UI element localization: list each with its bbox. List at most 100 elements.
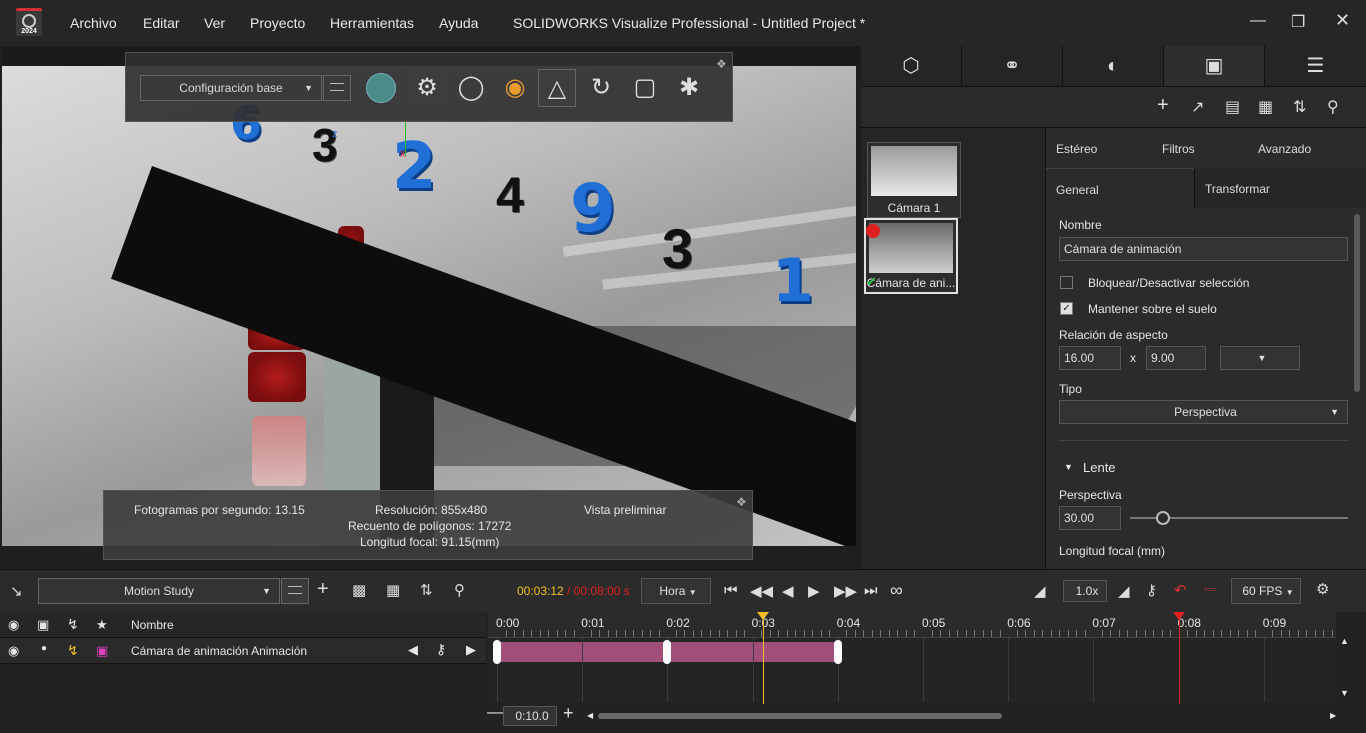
skip-start-icon[interactable]: ⏮: [724, 582, 738, 599]
slider-handle[interactable]: [1155, 511, 1170, 525]
menu-proyecto[interactable]: Proyecto: [250, 15, 305, 31]
color-swatch-button[interactable]: [366, 73, 396, 103]
refresh-icon[interactable]: ↻: [582, 69, 620, 107]
object-icon[interactable]: ★: [96, 617, 108, 633]
fps-select[interactable]: 60 FPS ▼: [1231, 578, 1301, 604]
end-marker[interactable]: [1178, 616, 1180, 704]
name-field[interactable]: Cámara de animación: [1059, 237, 1348, 261]
keyframe-marker[interactable]: [493, 640, 501, 664]
list-icon[interactable]: [281, 578, 309, 604]
render-viewport[interactable]: 6 3 2 4 9 3 1 z x: [2, 66, 856, 546]
camera-effects-icon[interactable]: ✱: [670, 69, 708, 107]
skip-end-icon[interactable]: ⏭: [864, 582, 878, 599]
path-icon[interactable]: ↯: [67, 642, 79, 659]
scroll-left-icon[interactable]: ◀: [587, 711, 593, 720]
list-icon[interactable]: [323, 75, 351, 101]
tab-appearances[interactable]: ⚭: [962, 46, 1063, 86]
layout-icon[interactable]: ▤: [1225, 97, 1240, 117]
slow-icon[interactable]: ◢: [1034, 582, 1046, 600]
cube-export-icon[interactable]: ▢: [626, 69, 664, 107]
aspect-height-field[interactable]: 9.00: [1146, 346, 1206, 370]
tab-cameras[interactable]: ▣: [1164, 46, 1265, 86]
prev-keyframe-icon[interactable]: ◀: [408, 642, 418, 658]
step-back-icon[interactable]: ◀: [782, 582, 794, 600]
visibility-icon[interactable]: ◉: [8, 643, 19, 659]
fast-icon[interactable]: ◢: [1118, 582, 1130, 600]
key-icon[interactable]: ⚷: [1146, 581, 1157, 599]
turntable-icon[interactable]: ◯: [452, 69, 490, 107]
sort-icon[interactable]: ⇅: [1293, 97, 1306, 117]
zoom-in-icon[interactable]: +: [563, 703, 574, 724]
pin-icon[interactable]: ❖: [736, 495, 747, 509]
next-keyframe-icon[interactable]: ▶: [466, 642, 476, 658]
scrollbar[interactable]: [1354, 214, 1360, 392]
close-icon[interactable]: ✕: [1335, 10, 1350, 31]
play-icon[interactable]: ▶: [808, 582, 820, 600]
tab-avanzado[interactable]: Avanzado: [1258, 142, 1311, 156]
visibility-icon[interactable]: ◉: [8, 617, 19, 633]
playhead[interactable]: [762, 616, 764, 704]
zoom-field[interactable]: 0:10.0: [503, 706, 557, 726]
playhead-handle[interactable]: [756, 612, 769, 620]
next-keyframe-icon[interactable]: ▶▶: [834, 582, 857, 600]
loop-back-icon[interactable]: ↶: [1174, 581, 1187, 599]
settings-icon[interactable]: ⚙: [1316, 580, 1329, 598]
perspective-field[interactable]: 30.00: [1059, 506, 1121, 530]
type-select[interactable]: Perspectiva ▼: [1059, 400, 1348, 424]
menu-ayuda[interactable]: Ayuda: [439, 15, 478, 31]
grid-icon[interactable]: ▦: [386, 581, 400, 599]
tab-libraries[interactable]: ☰: [1265, 46, 1366, 86]
time-ruler[interactable]: [488, 612, 1336, 638]
transform-icon[interactable]: △: [538, 69, 576, 107]
end-marker-handle[interactable]: [1172, 612, 1185, 620]
configuration-select[interactable]: Configuración base ▼: [140, 75, 322, 101]
speed-field[interactable]: 1.0x: [1063, 580, 1107, 602]
aspect-preset-select[interactable]: ▼: [1220, 346, 1300, 370]
camera-thumb-1[interactable]: Cámara 1: [867, 142, 961, 218]
keyframe-marker[interactable]: [663, 640, 672, 664]
prev-keyframe-icon[interactable]: ◀◀: [750, 582, 773, 600]
tab-general[interactable]: General: [1046, 168, 1194, 208]
keyframe-marker[interactable]: [833, 640, 842, 664]
track-row[interactable]: ◉ ● ↯ ▣ Cámara de animación Animación ◀ …: [0, 638, 486, 664]
aspect-width-field[interactable]: 16.00: [1059, 346, 1121, 370]
zoom-out-icon[interactable]: —: [487, 704, 503, 722]
lock-checkbox[interactable]: [1060, 276, 1073, 289]
menu-archivo[interactable]: Archivo: [70, 15, 117, 31]
pin-icon[interactable]: ❖: [716, 57, 727, 71]
restore-icon[interactable]: ❐: [1291, 12, 1305, 32]
tab-filtros[interactable]: Filtros: [1162, 142, 1195, 156]
material-icon[interactable]: ◉: [496, 69, 534, 107]
ai-denoise-icon[interactable]: ⚙: [408, 69, 446, 107]
key-icon[interactable]: ⚷: [436, 641, 446, 658]
grid-icon[interactable]: ▦: [1258, 97, 1273, 117]
collapse-icon[interactable]: ↘: [10, 582, 23, 600]
menu-editar[interactable]: Editar: [143, 15, 180, 31]
loop-icon[interactable]: ∞: [890, 580, 903, 601]
ground-checkbox[interactable]: ✓: [1060, 302, 1073, 315]
add-icon[interactable]: +: [1157, 94, 1169, 117]
keyframe-icon[interactable]: ▩: [352, 581, 366, 599]
horizontal-scrollbar[interactable]: [598, 713, 1002, 719]
minimize-icon[interactable]: —: [1250, 12, 1266, 30]
time-unit-select[interactable]: Hora ▼: [641, 578, 711, 604]
path-icon[interactable]: ↯: [67, 616, 79, 633]
lens-section-header[interactable]: Lente: [1083, 460, 1116, 475]
add-icon[interactable]: +: [317, 578, 329, 601]
tab-transformar[interactable]: Transformar: [1194, 168, 1366, 208]
scroll-right-icon[interactable]: ▶: [1330, 711, 1336, 720]
tab-models[interactable]: ⬡: [861, 46, 962, 86]
scroll-down-icon[interactable]: ▼: [1340, 688, 1349, 698]
search-icon[interactable]: ⚲: [1327, 97, 1339, 117]
tab-estereo[interactable]: Estéreo: [1056, 142, 1097, 156]
sort-icon[interactable]: ⇅: [420, 581, 433, 599]
scroll-up-icon[interactable]: ▲: [1340, 636, 1349, 646]
lock-icon[interactable]: ▣: [37, 617, 49, 633]
chevron-down-icon[interactable]: ▼: [1064, 462, 1073, 472]
motion-study-select[interactable]: Motion Study ▼: [38, 578, 280, 604]
menu-ver[interactable]: Ver: [204, 15, 225, 31]
tab-scenes[interactable]: ◐: [1063, 46, 1164, 86]
search-icon[interactable]: ⚲: [454, 581, 465, 599]
end-marker-icon[interactable]: ⎓: [1204, 581, 1216, 598]
camera-thumb-2[interactable]: Cámara de ani... ✔: [864, 218, 958, 294]
